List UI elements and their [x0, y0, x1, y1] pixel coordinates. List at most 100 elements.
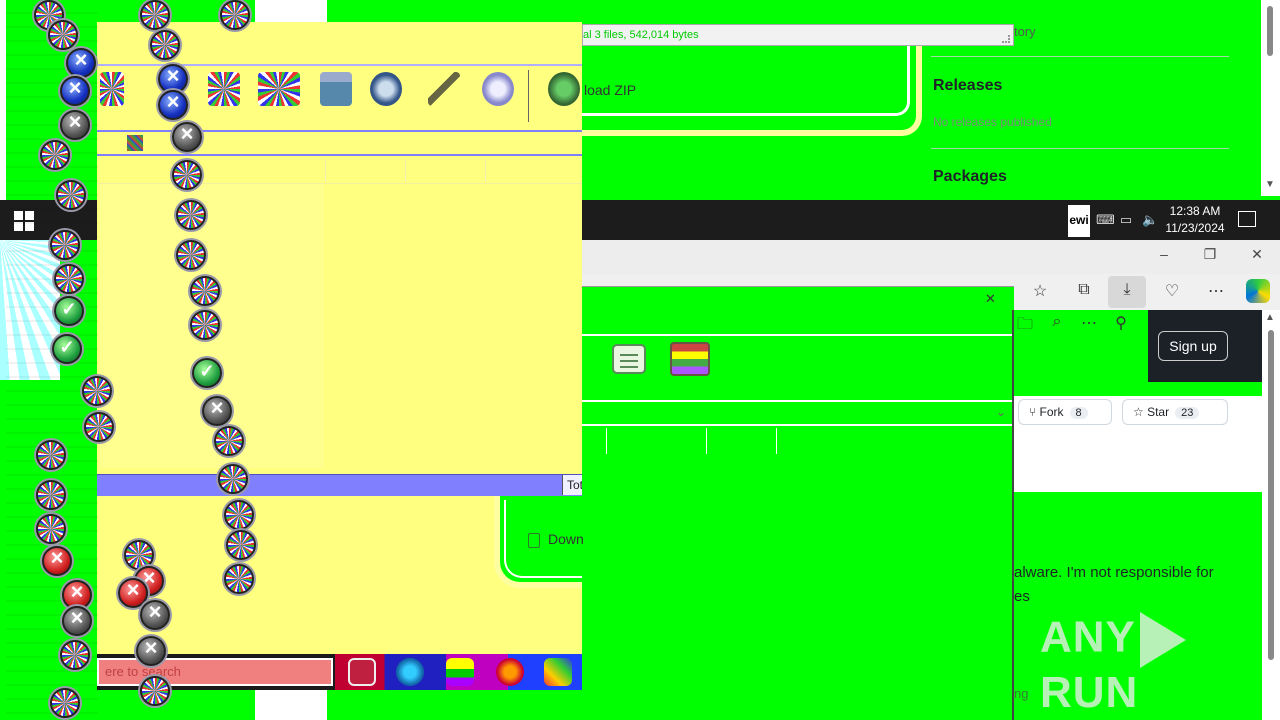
downloads-panel [582, 286, 1014, 720]
heart-pulse-icon[interactable]: ♡ [1161, 281, 1183, 303]
sign-up-button[interactable]: Sign up [1158, 331, 1228, 361]
file-explorer-icon[interactable] [446, 658, 474, 686]
glitch-orb [176, 200, 206, 230]
glitch-orb [224, 564, 254, 594]
close-icon [60, 75, 90, 106]
winrar-status-bar-lower [97, 474, 582, 496]
glitch-orb [226, 530, 256, 560]
close-icon[interactable]: ✕ [1247, 246, 1267, 266]
page-scrollbar[interactable]: ▲ [1262, 310, 1280, 720]
copilot-icon[interactable] [1246, 279, 1270, 303]
close-icon [62, 605, 92, 636]
close-icon [202, 395, 232, 426]
task-view-icon[interactable] [348, 658, 376, 686]
network-icon[interactable]: ▭ [1118, 212, 1134, 228]
close-icon[interactable]: ✕ [985, 291, 996, 307]
test-icon[interactable] [208, 72, 240, 106]
white-column-top [255, 0, 327, 22]
glitch-orb [36, 480, 66, 510]
download-label: Down [548, 531, 584, 547]
notes-icon[interactable] [612, 344, 646, 374]
more-icon[interactable]: ⋯ [1205, 281, 1227, 303]
packages-heading[interactable]: Packages [933, 168, 1007, 186]
column-separator[interactable] [325, 160, 326, 182]
glitch-orb [50, 230, 80, 260]
glitch-orb [54, 264, 84, 294]
volume-icon[interactable]: 🔈 [1142, 212, 1158, 228]
add-icon[interactable] [100, 72, 124, 106]
column-separator[interactable] [485, 160, 486, 182]
releases-heading[interactable]: Releases [933, 77, 1002, 95]
minimize-icon[interactable]: – [1154, 246, 1174, 266]
page-scrollbar[interactable]: ▼ [1261, 0, 1280, 196]
view-icon[interactable] [258, 72, 300, 106]
info-icon[interactable] [482, 72, 514, 106]
winrar-address-bar[interactable] [97, 130, 582, 156]
glitch-orb [50, 688, 80, 718]
star-icon: ☆ [1133, 405, 1148, 419]
star-count: 23 [1175, 407, 1200, 419]
wizard-icon[interactable] [428, 72, 460, 106]
fork-button[interactable]: ⑂ Fork 8 [1018, 399, 1112, 425]
download-button[interactable]: Down [528, 531, 584, 547]
readme-text: ng [1014, 686, 1029, 701]
folder-icon[interactable]: 🗀 [1014, 313, 1036, 335]
column-separator [706, 428, 707, 454]
check-icon [192, 358, 222, 388]
divider [931, 56, 1229, 57]
glitch-orb [140, 0, 170, 30]
find-icon[interactable] [370, 72, 402, 106]
glitch-orb [140, 676, 170, 706]
check-icon [52, 334, 82, 364]
star-plus-icon[interactable]: ☆ [1029, 281, 1051, 303]
tray-app-label[interactable]: ewi [1068, 205, 1090, 237]
glitch-orb [172, 160, 202, 190]
winrar-archive-icon[interactable] [670, 342, 710, 376]
restore-icon[interactable]: ❐ [1200, 246, 1220, 266]
close-icon [136, 635, 166, 666]
scrollbar-thumb[interactable] [1267, 6, 1273, 56]
pin-icon[interactable]: ⚲ [1110, 313, 1132, 335]
more-icon[interactable]: ⋯ [1078, 313, 1100, 335]
column-separator [776, 428, 777, 454]
winrar-column-headers[interactable] [97, 158, 582, 184]
close-icon [66, 47, 96, 78]
divider [582, 334, 1014, 336]
search-icon[interactable]: ⌕ [1046, 313, 1068, 335]
download-zip-link[interactable]: load ZIP [584, 82, 636, 98]
code-dropdown-inner [582, 46, 910, 116]
watermark-left: ANY [1040, 612, 1136, 662]
glitch-orb [40, 140, 70, 170]
repair-icon[interactable] [548, 72, 580, 106]
column-separator[interactable] [405, 160, 406, 182]
glitch-orb [48, 20, 78, 50]
divider [931, 148, 1229, 149]
star-button[interactable]: ☆ Star 23 [1122, 399, 1228, 425]
notification-icon[interactable] [1238, 211, 1256, 227]
close-icon [172, 121, 202, 152]
delete-icon[interactable] [320, 72, 352, 106]
close-icon [158, 89, 188, 120]
clock-time[interactable]: 12:38 AM [1160, 204, 1230, 218]
close-icon [42, 545, 72, 576]
search-input[interactable]: ere to search [97, 658, 333, 686]
edge-icon[interactable] [396, 658, 424, 686]
scroll-up-icon[interactable]: ▲ [1265, 312, 1275, 323]
clock-date[interactable]: 11/23/2024 [1160, 221, 1230, 235]
usb-icon[interactable]: ⌨ [1096, 212, 1115, 228]
glitch-orb [190, 276, 220, 306]
glitch-orb [36, 440, 66, 470]
glitch-orb [60, 640, 90, 670]
scrollbar-thumb[interactable] [1268, 330, 1274, 660]
winrar-taskbar-icon[interactable] [544, 658, 572, 686]
resize-grip-icon[interactable] [1002, 35, 1010, 43]
toolbar-separator [528, 70, 529, 122]
collections-icon[interactable]: ⧉ [1073, 281, 1095, 303]
glitch-orb [176, 240, 206, 270]
watermark-right: RUN [1040, 668, 1139, 717]
download-icon[interactable]: ⤓ [1116, 281, 1138, 303]
firefox-icon[interactable] [496, 658, 524, 686]
divider [582, 424, 1014, 426]
chevron-down-icon[interactable]: ⌄ [996, 405, 1006, 419]
scroll-down-icon[interactable]: ▼ [1265, 179, 1275, 190]
